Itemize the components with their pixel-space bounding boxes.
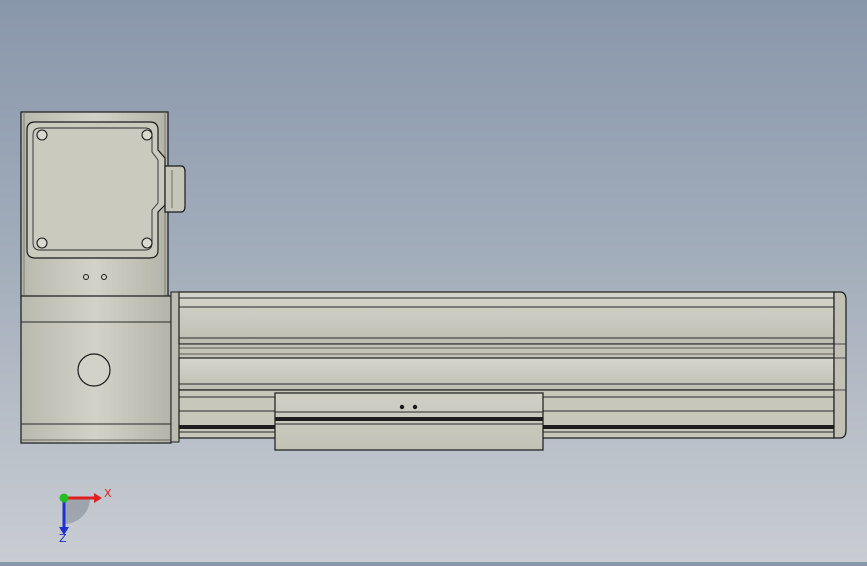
shaft-access-hole: [77, 353, 111, 387]
motor-connector: [164, 165, 186, 213]
x-axis-arrow: [94, 493, 102, 503]
orientation-triad: X Z: [59, 487, 112, 545]
bolt-hole: [141, 237, 153, 249]
motor-flange: [26, 121, 166, 259]
cad-3d-viewport[interactable]: X Z: [0, 0, 867, 562]
drive-housing[interactable]: [20, 291, 180, 444]
motor-assembly[interactable]: [20, 111, 186, 299]
bolt-hole: [141, 129, 153, 141]
bolt-hole: [36, 237, 48, 249]
carriage-block[interactable]: [274, 392, 544, 451]
rail-end-cap: [833, 291, 847, 439]
triad-shadow: [64, 498, 90, 524]
z-axis-label: Z: [59, 532, 67, 545]
bolt-hole: [36, 129, 48, 141]
y-axis-dot: [59, 493, 69, 503]
model-view[interactable]: X Z: [0, 0, 867, 562]
x-axis-label: X: [104, 487, 112, 500]
